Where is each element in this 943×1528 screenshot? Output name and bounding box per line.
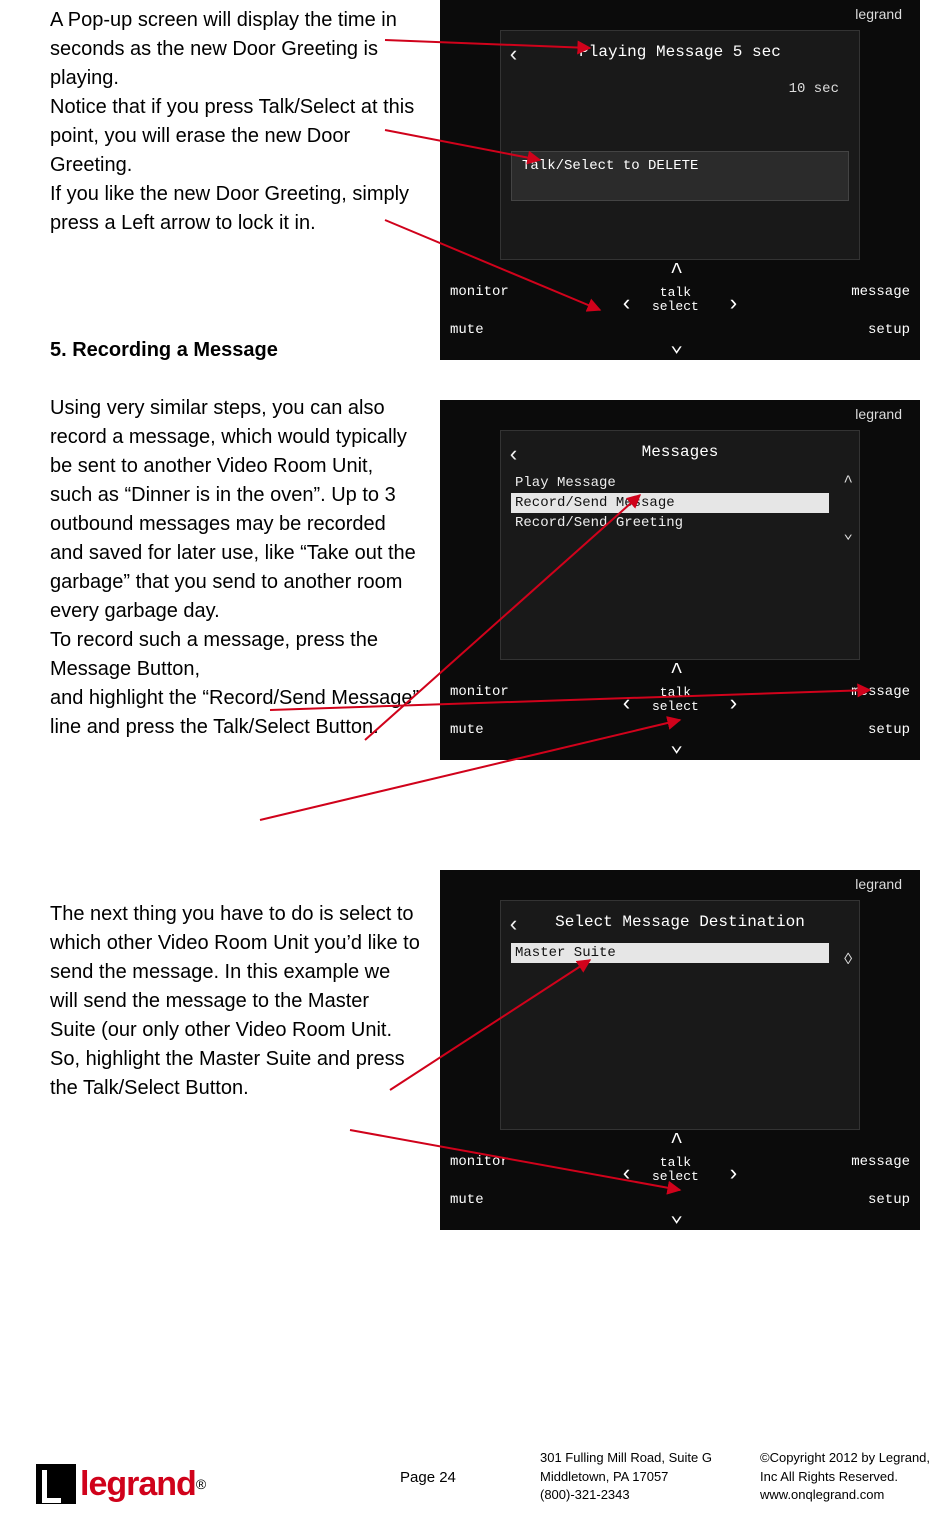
registered-mark: ® [196, 1476, 206, 1492]
device-photo-2: legrand ‹ Messages Play Message Record/S… [440, 400, 920, 760]
monitor-button-label: monitor [450, 684, 509, 700]
talk-label: talk [660, 1155, 691, 1170]
section-heading: 5. Recording a Message [50, 336, 420, 365]
mute-button-label: mute [450, 722, 484, 738]
select-label: select [652, 699, 699, 714]
chevron-down-icon: ⌄ [670, 1202, 683, 1228]
body-text: and highlight the “Record/Send Message” … [50, 687, 419, 738]
chevron-right-icon: › [727, 692, 740, 717]
page: A Pop-up screen will display the time in… [0, 0, 943, 1528]
chevron-left-icon: ‹ [620, 292, 633, 317]
brand-label: legrand [855, 6, 902, 22]
chevron-right-icon: › [727, 292, 740, 317]
talk-label: talk [660, 685, 691, 700]
menu-list: Play Message Record/Send Message Record/… [511, 473, 829, 533]
paragraph: A Pop-up screen will display the time in… [50, 6, 420, 238]
chevron-right-icon: › [727, 1162, 740, 1187]
dpad: ^ ⌄ ‹ › talk select [590, 662, 770, 752]
page-footer: legrand ® Page 24 301 Fulling Mill Road,… [0, 1430, 943, 1510]
chevron-down-icon: ⌄ [670, 732, 683, 758]
chevron-up-icon: ^ [670, 260, 683, 285]
menu-row-record-send-message: Record/Send Message [511, 493, 829, 513]
message-button-label: message [851, 284, 910, 300]
talk-select-label: talk select [652, 286, 699, 315]
paragraph: Using very similar steps, you can also r… [50, 394, 420, 742]
setup-button-label: setup [868, 322, 910, 338]
screen-title: Messages [501, 443, 859, 461]
chevron-up-icon: ^ [670, 1130, 683, 1155]
message-button-label: message [851, 684, 910, 700]
setup-button-label: setup [868, 1192, 910, 1208]
logo-mark-icon [36, 1464, 76, 1504]
addr-line: Middletown, PA 17057 [540, 1468, 712, 1486]
chevron-up-icon: ^ [843, 473, 853, 491]
body-text: Notice that if you press Talk/Select at … [50, 96, 414, 176]
menu-row-master-suite: Master Suite [511, 943, 829, 963]
page-number: Page 24 [400, 1469, 456, 1486]
message-button-label: message [851, 1154, 910, 1170]
menu-row-record-send-greeting: Record/Send Greeting [511, 513, 829, 533]
screen-title: Select Message Destination [501, 913, 859, 931]
device-screen: ‹ Playing Message 5 sec 10 sec Talk/Sele… [500, 30, 860, 260]
chevron-left-icon: ‹ [620, 1162, 633, 1187]
device-screen: ‹ Messages Play Message Record/Send Mess… [500, 430, 860, 660]
device-screen: ‹ Select Message Destination Master Suit… [500, 900, 860, 1130]
footer-address: 301 Fulling Mill Road, Suite G Middletow… [540, 1449, 712, 1504]
chevron-up-icon: ^ [670, 660, 683, 685]
legrand-logo: legrand ® [36, 1464, 206, 1504]
monitor-button-label: monitor [450, 1154, 509, 1170]
chevron-down-icon: ⌄ [843, 523, 853, 543]
monitor-button-label: monitor [450, 284, 509, 300]
diamond-icon: ◊ [843, 951, 853, 969]
menu-list: Master Suite [511, 943, 829, 963]
body-text: To record such a message, press the Mess… [50, 629, 378, 680]
talk-select-label: talk select [652, 1156, 699, 1185]
menu-row-play: Play Message [511, 473, 829, 493]
copy-line: ©Copyright 2012 by Legrand, [760, 1449, 930, 1467]
body-text: So, highlight the Master Suite and press… [50, 1048, 405, 1099]
addr-line: 301 Fulling Mill Road, Suite G [540, 1449, 712, 1467]
device-photo-1: legrand ‹ Playing Message 5 sec 10 sec T… [440, 0, 920, 360]
addr-line: (800)-321-2343 [540, 1486, 712, 1504]
talk-select-label: talk select [652, 686, 699, 715]
logo-word: legrand [80, 1465, 196, 1504]
body-text: Using very similar steps, you can also r… [50, 397, 416, 622]
footer-copyright: ©Copyright 2012 by Legrand, Inc All Righ… [760, 1449, 930, 1504]
paragraph: The next thing you have to do is select … [50, 900, 420, 1103]
screen-subline: 10 sec [789, 81, 839, 97]
body-text: If you like the new Door Greeting, simpl… [50, 183, 409, 234]
dpad: ^ ⌄ ‹ › talk select [590, 1132, 770, 1222]
mute-button-label: mute [450, 322, 484, 338]
mute-button-label: mute [450, 1192, 484, 1208]
brand-label: legrand [855, 406, 902, 422]
delete-banner: Talk/Select to DELETE [511, 151, 849, 201]
chevron-left-icon: ‹ [620, 692, 633, 717]
talk-label: talk [660, 285, 691, 300]
body-text: A Pop-up screen will display the time in… [50, 9, 397, 89]
select-label: select [652, 1169, 699, 1184]
brand-label: legrand [855, 876, 902, 892]
device-photo-3: legrand ‹ Select Message Destination Mas… [440, 870, 920, 1230]
dpad: ^ ⌄ ‹ › talk select [590, 262, 770, 352]
body-text: The next thing you have to do is select … [50, 903, 420, 1041]
setup-button-label: setup [868, 722, 910, 738]
select-label: select [652, 299, 699, 314]
chevron-down-icon: ⌄ [670, 332, 683, 358]
copy-line: Inc All Rights Reserved. [760, 1468, 930, 1486]
copy-line: www.onqlegrand.com [760, 1486, 930, 1504]
screen-title: Playing Message 5 sec [501, 43, 859, 61]
